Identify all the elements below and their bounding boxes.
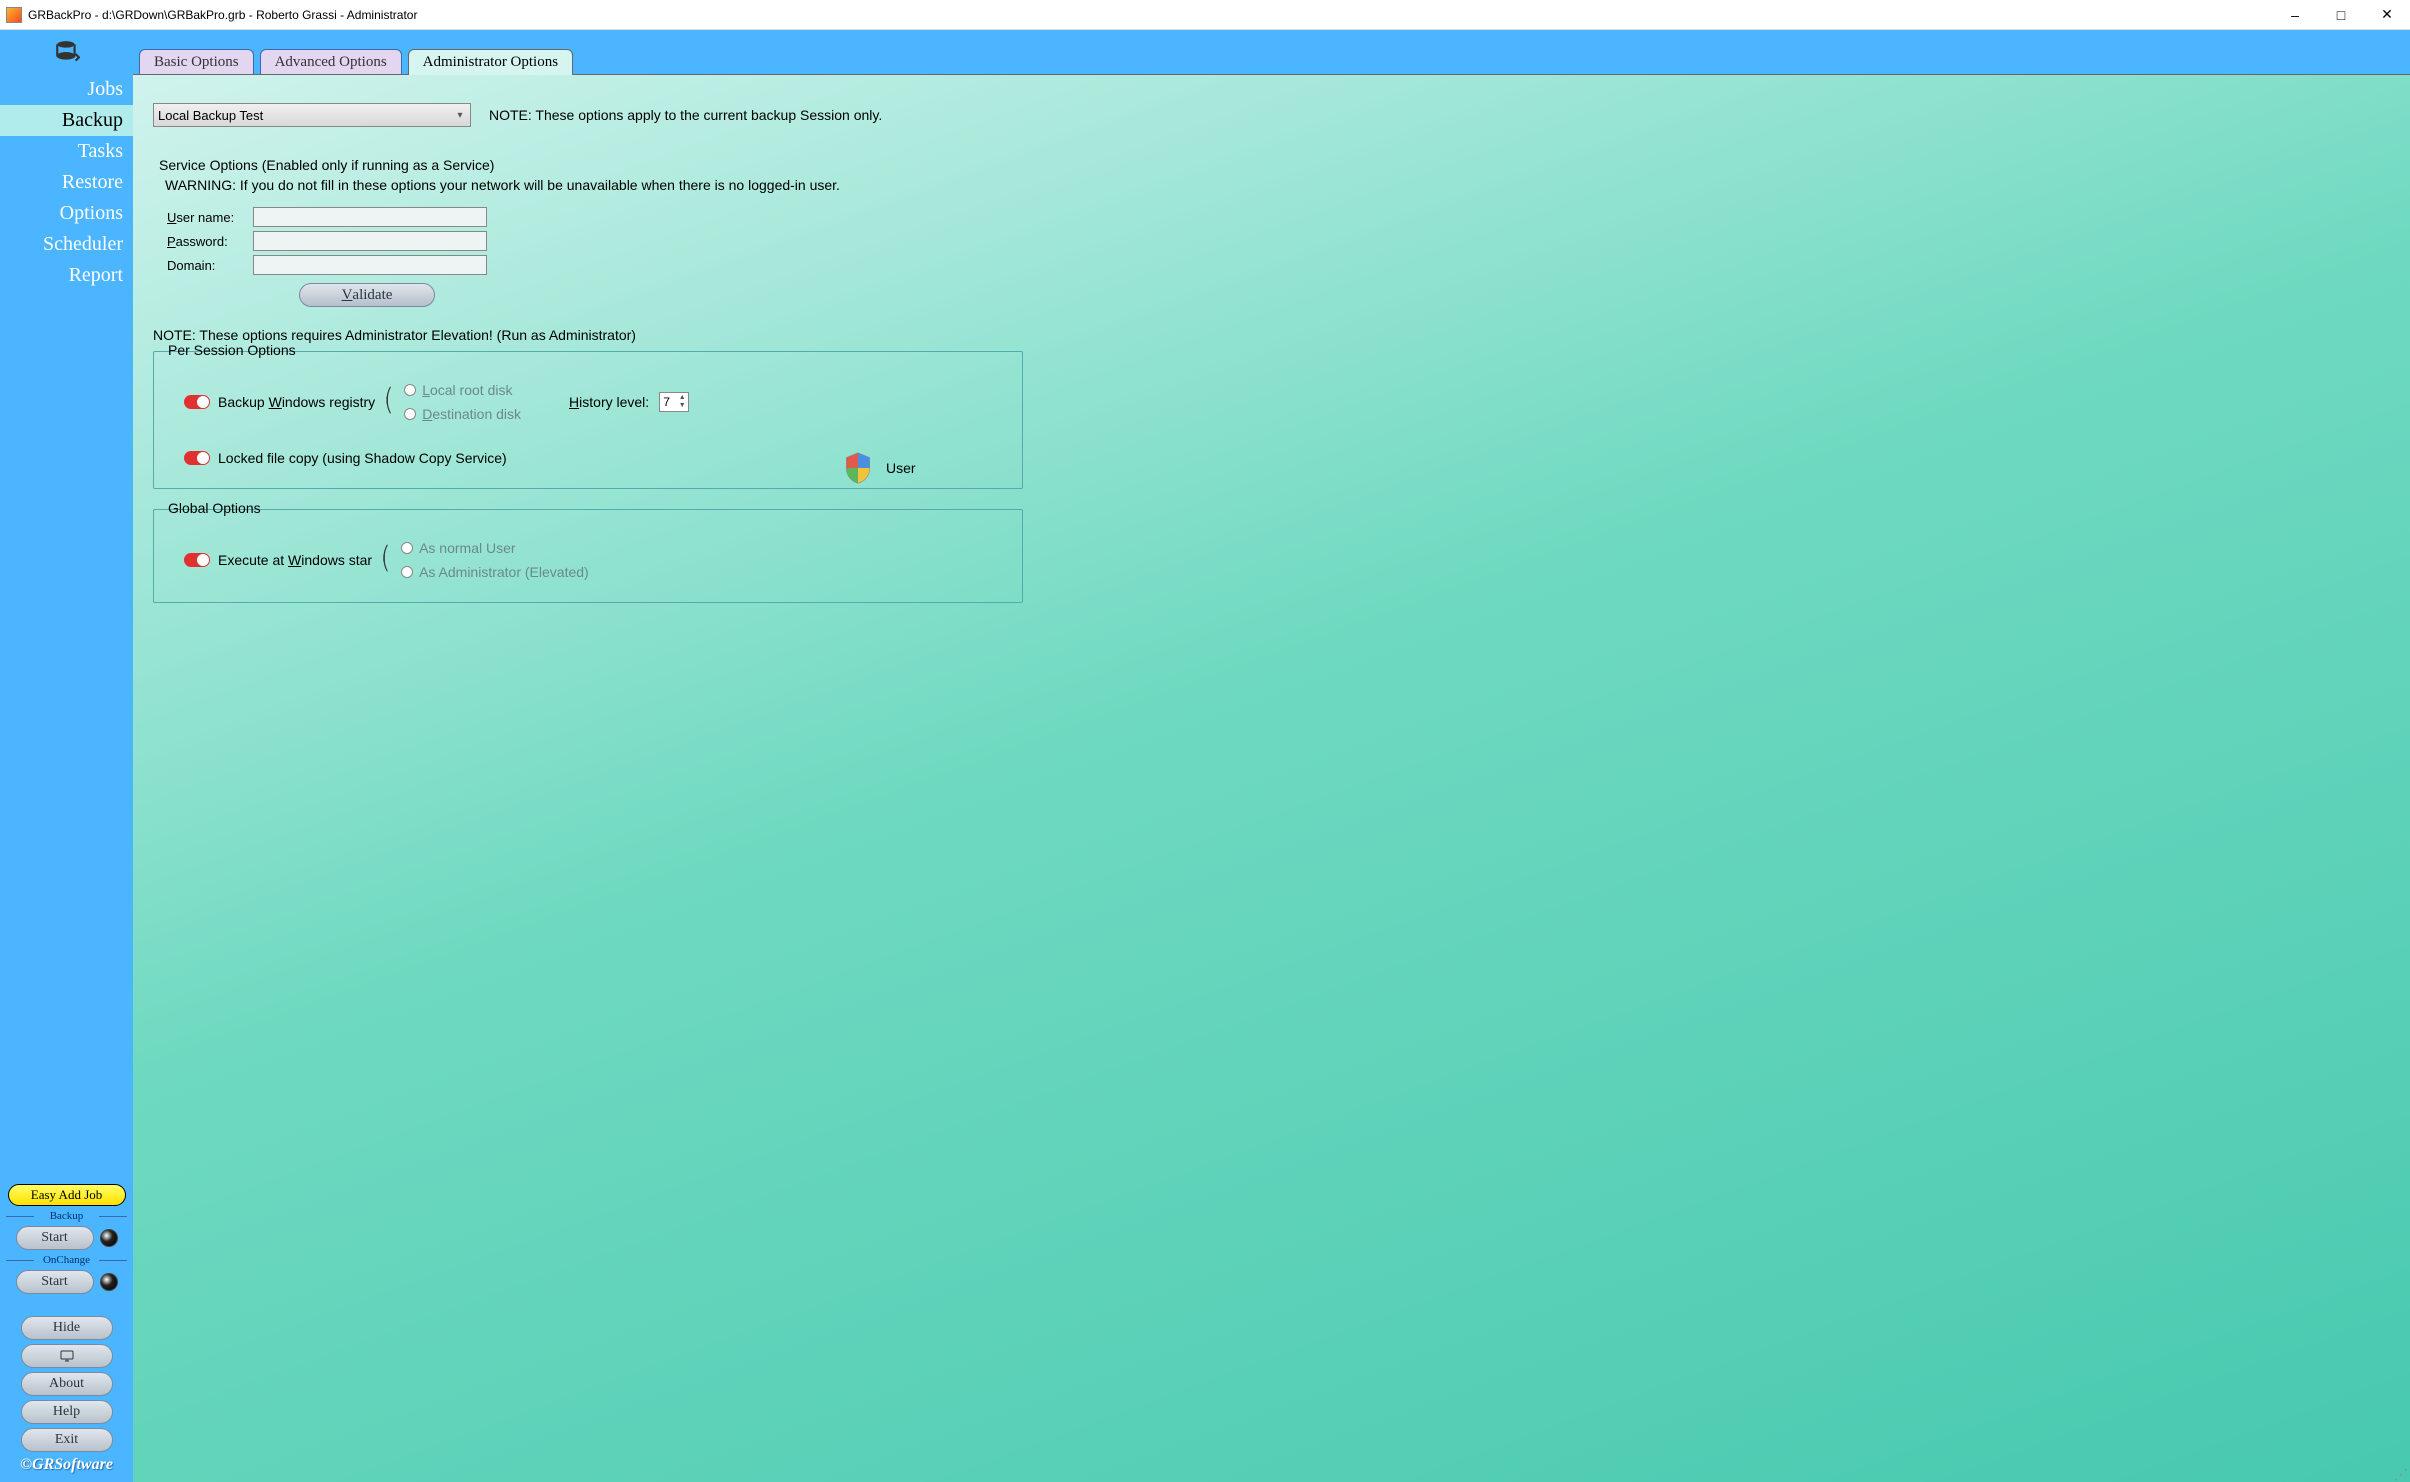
spinner-up-icon[interactable]: ▲ — [677, 394, 687, 402]
destination-disk-radio[interactable]: Destination disk — [404, 406, 521, 422]
validate-button[interactable]: Validate — [299, 283, 435, 307]
radio-icon — [404, 384, 416, 396]
tab-strip: Basic Options Advanced Options Administr… — [133, 30, 2410, 74]
brace-bottom-icon: ⎝ — [385, 402, 392, 412]
local-root-radio[interactable]: Local root disk — [404, 382, 521, 398]
start-backup-button[interactable]: Start — [16, 1226, 94, 1250]
start-onchange-button[interactable]: Start — [16, 1270, 94, 1294]
session-note: NOTE: These options apply to the current… — [489, 107, 882, 123]
admin-elevation-note: NOTE: These options requires Administrat… — [153, 327, 2390, 343]
help-button[interactable]: Help — [21, 1400, 113, 1424]
global-options-group: Global Options Execute at Windows star ⎛… — [153, 509, 1023, 603]
destination-disk-label: Destination disk — [422, 406, 521, 422]
as-normal-user-radio[interactable]: As normal User — [401, 540, 589, 556]
locked-file-copy-label: Locked file copy (using Shadow Copy Serv… — [218, 450, 507, 466]
backup-registry-label: Backup Windows registry — [218, 394, 375, 410]
easy-add-job-button[interactable]: Easy Add Job — [8, 1184, 126, 1206]
password-label: Password: — [167, 234, 253, 249]
nav-tasks[interactable]: Tasks — [0, 136, 133, 167]
nav-restore[interactable]: Restore — [0, 167, 133, 198]
app-icon — [6, 7, 22, 23]
user-label: User — [886, 460, 916, 476]
nav-jobs[interactable]: Jobs — [0, 74, 133, 105]
nav-options[interactable]: Options — [0, 198, 133, 229]
tray-button[interactable] — [21, 1344, 113, 1368]
database-icon — [54, 39, 80, 65]
resize-grip-icon[interactable]: ⋰ — [2394, 1466, 2408, 1480]
radio-icon — [401, 566, 413, 578]
password-input[interactable] — [253, 231, 487, 251]
sidebar-bottom: Easy Add Job Backup Start OnChange Start… — [0, 1184, 133, 1474]
as-normal-user-label: As normal User — [419, 540, 515, 556]
tab-administrator-options[interactable]: Administrator Options — [408, 49, 573, 75]
as-admin-radio[interactable]: As Administrator (Elevated) — [401, 564, 589, 580]
nav-scheduler[interactable]: Scheduler — [0, 229, 133, 260]
about-button[interactable]: About — [21, 1372, 113, 1396]
session-combo-value: Local Backup Test — [158, 108, 263, 123]
nav-list: Jobs Backup Tasks Restore Options Schedu… — [0, 74, 133, 291]
tab-advanced-options[interactable]: Advanced Options — [260, 49, 402, 75]
spinner-down-icon[interactable]: ▼ — [677, 402, 687, 410]
radio-icon — [404, 408, 416, 420]
uac-shield-row: User — [844, 452, 916, 484]
window-title: GRBackPro - d:\GRDown\GRBakPro.grb - Rob… — [28, 8, 2272, 22]
brace-bottom-icon: ⎝ — [382, 560, 389, 570]
service-warning: WARNING: If you do not fill in these opt… — [165, 177, 2390, 193]
onchange-led-icon — [100, 1273, 118, 1291]
history-level-label: History level: — [569, 394, 649, 410]
local-root-label: Local root disk — [422, 382, 512, 398]
shield-icon — [844, 452, 872, 484]
hide-button[interactable]: Hide — [21, 1316, 113, 1340]
global-options-title: Global Options — [164, 500, 265, 516]
service-options-group: Service Options (Enabled only if running… — [153, 157, 2390, 307]
close-button[interactable]: ✕ — [2364, 0, 2410, 30]
title-bar: GRBackPro - d:\GRDown\GRBakPro.grb - Rob… — [0, 0, 2410, 30]
minimize-button[interactable]: – — [2272, 0, 2318, 30]
sidebar: Jobs Backup Tasks Restore Options Schedu… — [0, 30, 133, 1482]
onchange-section-label: OnChange — [0, 1254, 133, 1266]
maximize-button[interactable]: □ — [2318, 0, 2364, 30]
history-level-value: 7 — [663, 395, 670, 409]
backup-led-icon — [100, 1229, 118, 1247]
monitor-icon — [60, 1350, 74, 1362]
history-level-spinner[interactable]: 7 ▲▼ — [659, 392, 689, 412]
nav-report[interactable]: Report — [0, 260, 133, 291]
exec-startup-toggle[interactable] — [184, 553, 210, 567]
exit-button[interactable]: Exit — [21, 1428, 113, 1452]
backup-section-label: Backup — [0, 1210, 133, 1222]
locked-file-copy-toggle[interactable] — [184, 451, 210, 465]
nav-backup[interactable]: Backup — [0, 105, 133, 136]
backup-registry-toggle[interactable] — [184, 395, 210, 409]
username-label: User name: — [167, 210, 253, 225]
service-options-title: Service Options (Enabled only if running… — [159, 157, 2390, 173]
username-input[interactable] — [253, 207, 487, 227]
session-combo[interactable]: Local Backup Test ▾ — [153, 103, 471, 127]
copyright-label: ©GRSoftware — [20, 1456, 113, 1474]
exec-startup-label: Execute at Windows star — [218, 552, 372, 568]
tab-basic-options[interactable]: Basic Options — [139, 49, 254, 75]
per-session-title: Per Session Options — [164, 342, 300, 358]
per-session-group: Per Session Options Backup Windows regis… — [153, 351, 1023, 489]
domain-label: Domain: — [167, 258, 253, 273]
chevron-down-icon: ▾ — [450, 104, 470, 126]
domain-input[interactable] — [253, 255, 487, 275]
sidebar-header — [0, 30, 133, 74]
as-admin-label: As Administrator (Elevated) — [419, 564, 589, 580]
content-panel: Local Backup Test ▾ NOTE: These options … — [133, 74, 2410, 1482]
radio-icon — [401, 542, 413, 554]
